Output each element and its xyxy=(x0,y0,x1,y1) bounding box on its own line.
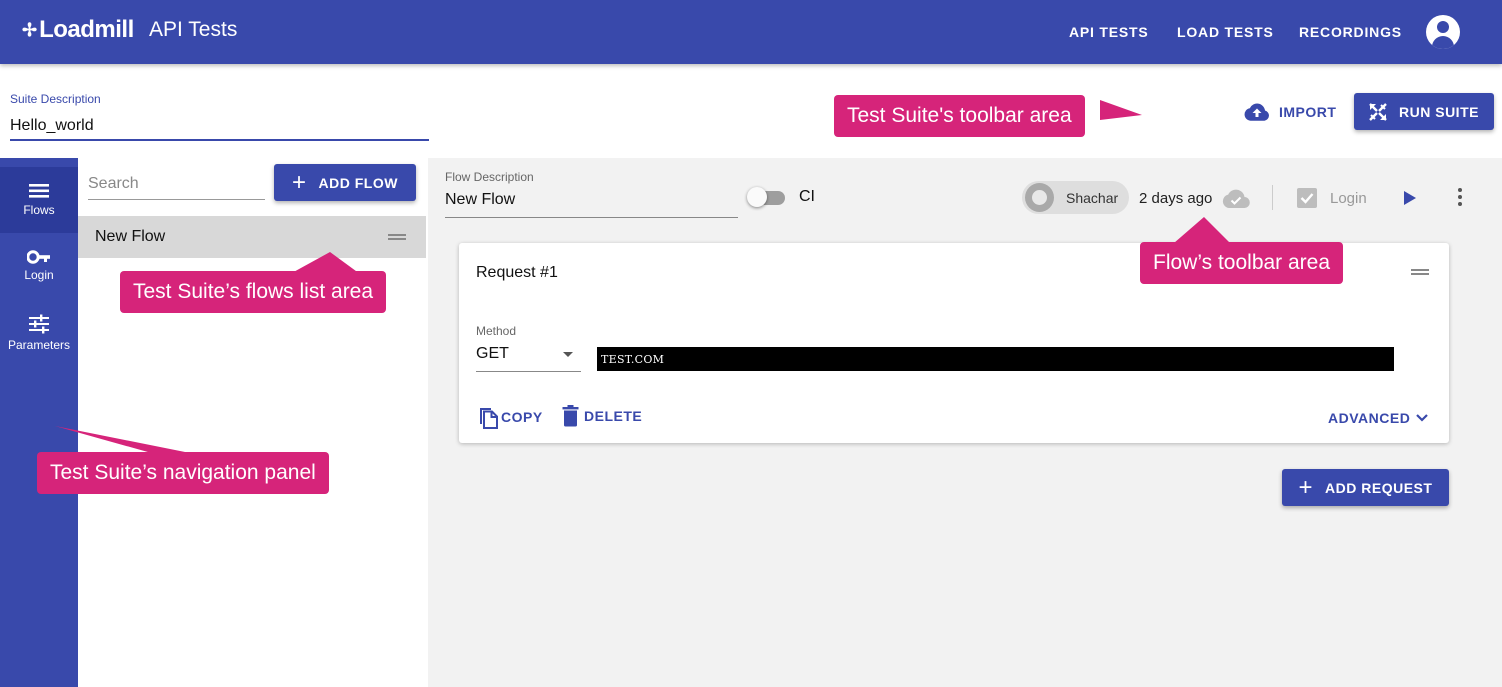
toolbar-divider xyxy=(1272,185,1273,210)
callout-flows-list: Test Suite’s flows list area xyxy=(120,271,387,313)
user-name: Shachar xyxy=(1066,189,1119,206)
user-chip: Shachar xyxy=(1022,181,1129,214)
callout-pointer xyxy=(1174,217,1230,243)
plus-icon: + xyxy=(1298,473,1314,501)
logo-sparkle-icon: ✢ xyxy=(22,19,38,40)
logo-text: Loadmill xyxy=(39,16,134,43)
nav-rail-parameters[interactable]: Parameters xyxy=(0,301,78,367)
import-button[interactable]: IMPORT xyxy=(1244,98,1336,126)
cloud-upload-icon xyxy=(1244,103,1269,121)
run-suite-label: RUN SUITE xyxy=(1399,103,1479,120)
callout-navigation-panel: Test Suite’s navigation panel xyxy=(37,452,329,494)
nav-rail-flows[interactable]: Flows xyxy=(0,167,78,233)
nav-load-tests[interactable]: LOAD TESTS xyxy=(1177,24,1274,40)
list-icon xyxy=(29,184,49,198)
flow-list-item-label: New Flow xyxy=(95,228,166,245)
nav-api-tests[interactable]: API TESTS xyxy=(1069,24,1149,40)
url-input[interactable]: TEST.COM xyxy=(597,347,1394,371)
nav-rail-login-label: Login xyxy=(24,268,54,282)
dropdown-arrow-icon xyxy=(563,352,573,357)
add-flow-button[interactable]: + ADD FLOW xyxy=(274,164,416,201)
app-title: API Tests xyxy=(149,18,238,41)
suite-description-input[interactable]: Hello_world xyxy=(10,114,429,141)
callout-pointer xyxy=(1100,100,1142,120)
login-label: Login xyxy=(1330,190,1367,207)
nav-rail-flows-label: Flows xyxy=(23,203,55,217)
plus-icon: + xyxy=(292,168,307,196)
method-value: GET xyxy=(476,345,509,362)
cloud-done-icon xyxy=(1222,189,1250,208)
run-suite-icon xyxy=(1369,102,1387,121)
nav-rail-parameters-label: Parameters xyxy=(7,338,71,352)
user-avatar-icon xyxy=(1025,183,1054,212)
suite-toolbar: Suite Description Hello_world IMPORT RUN… xyxy=(0,64,1502,158)
app-bar: ✢ Loadmill API Tests API TESTS LOAD TEST… xyxy=(0,0,1502,64)
run-suite-button[interactable]: RUN SUITE xyxy=(1354,93,1494,130)
copy-button[interactable]: COPY xyxy=(477,405,543,429)
more-vert-icon[interactable] xyxy=(1452,188,1468,208)
request-title: Request #1 xyxy=(476,264,558,281)
drag-handle-icon[interactable] xyxy=(1411,269,1429,275)
nav-rail-login[interactable]: Login xyxy=(0,234,78,300)
flow-description-input[interactable]: New Flow xyxy=(445,191,738,218)
copy-icon xyxy=(480,408,498,429)
callout-suite-toolbar: Test Suite's toolbar area xyxy=(834,95,1085,137)
add-request-label: ADD REQUEST xyxy=(1325,479,1433,496)
flow-list-item[interactable]: New Flow xyxy=(78,216,426,258)
import-label: IMPORT xyxy=(1279,104,1337,120)
drag-handle-icon[interactable] xyxy=(388,234,406,240)
account-icon[interactable] xyxy=(1426,15,1460,49)
flow-description-label: Flow Description xyxy=(445,170,534,184)
search-input[interactable]: Search xyxy=(88,170,265,200)
advanced-button[interactable]: ADVANCED xyxy=(1328,410,1429,426)
ci-toggle[interactable] xyxy=(747,187,787,207)
loadmill-logo[interactable]: ✢ Loadmill xyxy=(22,14,134,46)
check-icon xyxy=(1300,193,1314,204)
login-checkbox[interactable] xyxy=(1297,188,1317,208)
suite-navigation-panel: Flows Login Parameters xyxy=(0,158,78,687)
play-icon[interactable] xyxy=(1403,190,1417,206)
add-request-button[interactable]: + ADD REQUEST xyxy=(1282,469,1449,506)
chevron-down-icon xyxy=(1416,414,1429,422)
method-select[interactable]: GET xyxy=(476,345,581,372)
delete-label: DELETE xyxy=(584,408,643,424)
trash-icon xyxy=(562,405,579,427)
copy-label: COPY xyxy=(501,409,543,425)
advanced-label: ADVANCED xyxy=(1328,410,1411,426)
add-flow-label: ADD FLOW xyxy=(318,174,398,191)
ci-label: CI xyxy=(799,188,815,205)
delete-button[interactable]: DELETE xyxy=(561,405,642,427)
nav-recordings[interactable]: RECORDINGS xyxy=(1299,24,1402,40)
key-icon xyxy=(27,250,50,264)
sliders-icon xyxy=(29,314,49,334)
flows-list-panel: Search + ADD FLOW New Flow xyxy=(78,158,428,687)
method-label: Method xyxy=(476,324,517,338)
suite-description-label: Suite Description xyxy=(10,92,101,106)
last-modified-time: 2 days ago xyxy=(1139,190,1213,207)
callout-flow-toolbar: Flow’s toolbar area xyxy=(1140,242,1344,284)
